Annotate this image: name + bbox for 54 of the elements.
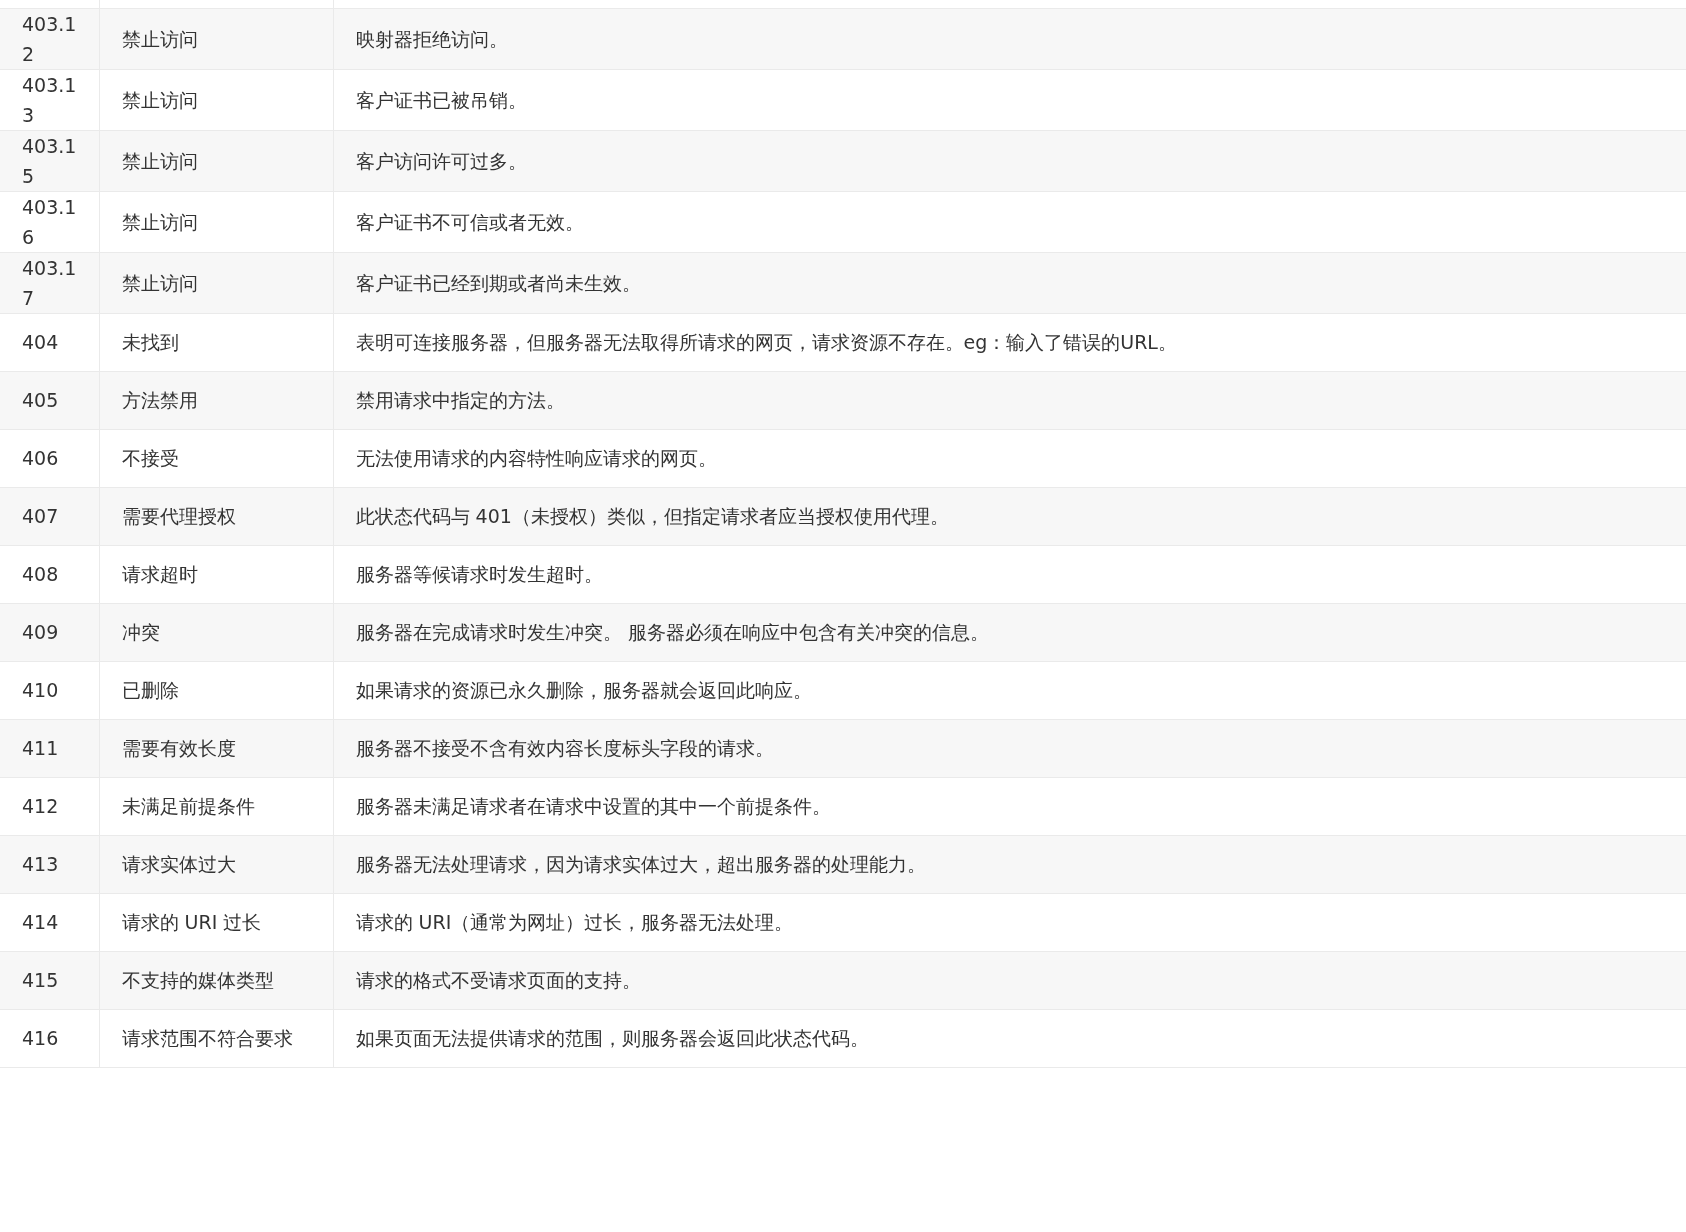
status-description: 客户证书已被吊销。 xyxy=(355,88,527,111)
status-name: 请求的 URI 过长 xyxy=(121,911,262,933)
status-name: 需要代理授权 xyxy=(121,505,236,527)
status-description: 映射器拒绝访问。 xyxy=(355,27,508,50)
status-description: 客户证书已经到期或者尚未生效。 xyxy=(355,271,641,294)
status-code: 404 xyxy=(22,331,59,353)
status-code: 408 xyxy=(22,563,59,585)
status-description: 服务器未满足请求者在请求中设置的其中一个前提条件。 xyxy=(355,795,831,817)
status-name: 已删除 xyxy=(121,679,179,701)
status-name: 冲突 xyxy=(121,621,160,643)
status-code: 411 xyxy=(22,737,59,759)
status-description: 服务器无法处理请求，因为请求实体过大，超出服务器的处理能力。 xyxy=(355,853,926,875)
status-description: 服务器等候请求时发生超时。 xyxy=(355,563,603,585)
status-description: 服务器不接受不含有效内容长度标头字段的请求。 xyxy=(355,737,774,759)
status-description: 禁用请求中指定的方法。 xyxy=(355,389,565,411)
status-description: 请求的 URI（通常为网址）过长，服务器无法处理。 xyxy=(355,911,794,933)
status-name: 禁止访问 xyxy=(121,27,198,50)
status-name: 需要有效长度 xyxy=(121,737,236,759)
status-description: 如果页面无法提供请求的范围，则服务器会返回此状态代码。 xyxy=(355,1027,869,1049)
status-name: 未满足前提条件 xyxy=(121,795,255,817)
status-code: 405 xyxy=(22,389,59,411)
status-code: 407 xyxy=(22,505,59,527)
status-code: 414 xyxy=(22,911,59,933)
status-name: 禁止访问 xyxy=(121,88,198,111)
status-code: 403.16 xyxy=(22,195,77,248)
status-code: 403.12 xyxy=(22,12,77,65)
status-code: 416 xyxy=(22,1027,59,1049)
status-code: 415 xyxy=(22,969,59,991)
status-code: 403.13 xyxy=(22,73,77,126)
status-code: 412 xyxy=(22,795,59,817)
status-name: 不支持的媒体类型 xyxy=(121,969,274,991)
status-name: 请求超时 xyxy=(121,563,198,585)
status-code: 409 xyxy=(22,621,59,643)
status-name: 请求范围不符合要求 xyxy=(121,1027,293,1049)
status-description: 无法使用请求的内容特性响应请求的网页。 xyxy=(355,447,717,469)
status-code: 410 xyxy=(22,679,59,701)
status-name: 禁止访问 xyxy=(121,271,198,294)
status-description: 表明可连接服务器，但服务器无法取得所请求的网页，请求资源不存在。eg：输入了错误的URL。 xyxy=(355,331,1177,353)
status-name: 请求实体过大 xyxy=(121,853,236,875)
status-description: 客户访问许可过多。 xyxy=(355,149,527,172)
status-description: 客户证书不可信或者无效。 xyxy=(355,210,584,233)
status-code: 406 xyxy=(22,447,59,469)
status-code: 403.17 xyxy=(22,256,77,309)
status-description: 此状态代码与 401（未授权）类似，但指定请求者应当授权使用代理。 xyxy=(355,505,949,527)
status-description: 如果请求的资源已永久删除，服务器就会返回此响应。 xyxy=(355,679,812,701)
status-name: 禁止访问 xyxy=(121,149,198,172)
status-code: 403.15 xyxy=(22,134,77,187)
status-description: 服务器在完成请求时发生冲突。 服务器必须在响应中包含有关冲突的信息。 xyxy=(355,621,989,643)
status-name: 禁止访问 xyxy=(121,210,198,233)
status-code: 413 xyxy=(22,853,59,875)
status-name: 方法禁用 xyxy=(121,389,198,411)
status-name: 不接受 xyxy=(121,447,179,469)
status-description: 请求的格式不受请求页面的支持。 xyxy=(355,969,641,991)
status-name: 未找到 xyxy=(121,331,179,353)
